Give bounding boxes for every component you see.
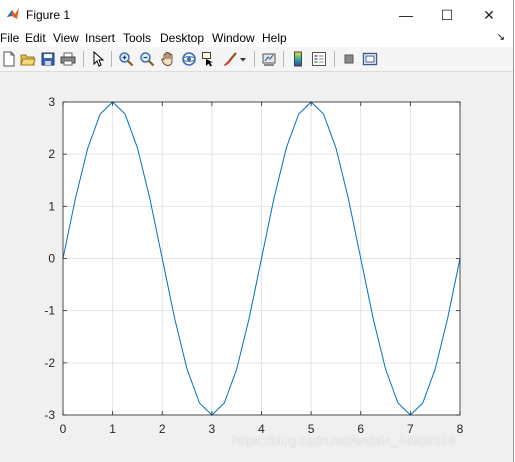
menu-edit[interactable]: Edit — [25, 31, 46, 45]
y-tick-label: -2 — [44, 356, 55, 370]
figure-toolbar — [0, 47, 513, 72]
y-tick-label: -1 — [44, 304, 55, 318]
watermark-text: https://blog.csdn.net/weixin_44908159 — [232, 434, 456, 448]
print-button[interactable] — [59, 50, 77, 68]
zoom-out-button[interactable] — [138, 50, 156, 68]
toolbar-separator — [83, 51, 84, 67]
print-icon — [60, 52, 76, 66]
menu-window[interactable]: Window — [212, 31, 255, 45]
show-plot-tools-icon — [362, 52, 378, 66]
brush-dropdown-button[interactable] — [238, 50, 248, 68]
y-tick-label: -3 — [44, 408, 55, 422]
title-bar[interactable]: Figure 1 — ☐ ✕ — [0, 0, 513, 30]
brush-button[interactable] — [221, 50, 239, 68]
figure-window: Figure 1 — ☐ ✕ File Edit View Insert Too… — [0, 0, 514, 462]
rotate-3d-button[interactable] — [180, 50, 198, 68]
menu-bar: File Edit View Insert Tools Desktop Wind… — [0, 30, 513, 47]
zoom-out-icon — [140, 52, 155, 67]
legend-icon — [312, 52, 326, 66]
new-figure-button[interactable] — [0, 50, 18, 68]
link-plot-icon — [262, 53, 276, 66]
zoom-in-button[interactable] — [117, 50, 135, 68]
save-icon — [41, 52, 55, 66]
pan-button[interactable] — [159, 50, 177, 68]
brush-dropdown-icon — [240, 58, 246, 62]
y-tick-label: 3 — [48, 95, 55, 109]
toolbar-separator — [111, 51, 112, 67]
toolbar-separator — [334, 51, 335, 67]
matlab-logo-icon — [7, 8, 19, 19]
data-cursor-button[interactable] — [200, 50, 218, 68]
menu-desktop[interactable]: Desktop — [160, 31, 204, 45]
toolbar-separator — [254, 51, 255, 67]
brush-icon — [223, 52, 237, 66]
x-tick-label: 1 — [109, 422, 116, 436]
y-tick-label: 0 — [48, 252, 55, 266]
x-tick-label: 8 — [457, 422, 464, 436]
pointer-button[interactable] — [89, 50, 107, 68]
plot-canvas: 0 1 2 3 4 5 6 7 8-3-2-10123 — [44, 95, 464, 436]
y-tick-label: 1 — [48, 199, 55, 213]
window-title: Figure 1 — [26, 8, 71, 22]
dock-arrow-icon[interactable]: ↘ — [497, 32, 505, 43]
open-file-icon — [20, 54, 36, 66]
pan-icon — [161, 52, 173, 66]
pointer-icon — [93, 51, 104, 67]
y-tick-label: 2 — [48, 147, 55, 161]
legend-button[interactable] — [310, 50, 328, 68]
minimize-button[interactable]: — — [384, 0, 428, 30]
menu-view[interactable]: View — [53, 31, 79, 45]
colorbar-icon — [294, 51, 302, 67]
data-cursor-icon — [202, 52, 213, 67]
x-tick-label: 0 — [60, 422, 67, 436]
zoom-in-icon — [119, 52, 134, 67]
toolbar-separator — [283, 51, 284, 67]
menu-file[interactable]: File — [0, 31, 19, 45]
show-plot-tools-button[interactable] — [361, 50, 379, 68]
figure-canvas[interactable]: 0 1 2 3 4 5 6 7 8 -3 -2 -1 0 1 2 3 — [0, 72, 513, 462]
close-icon: ✕ — [483, 6, 495, 23]
menu-tools[interactable]: Tools — [123, 31, 151, 45]
x-tick-label: 2 — [159, 422, 166, 436]
colorbar-button[interactable] — [289, 50, 307, 68]
minimize-icon: — — [399, 7, 413, 23]
close-button[interactable]: ✕ — [467, 0, 511, 30]
rotate-3d-icon — [182, 52, 196, 66]
new-figure-icon — [3, 51, 15, 67]
hide-plot-tools-button[interactable] — [340, 50, 358, 68]
open-file-button[interactable] — [19, 50, 37, 68]
menu-help[interactable]: Help — [262, 31, 287, 45]
menu-insert[interactable]: Insert — [85, 31, 115, 45]
link-plot-button[interactable] — [260, 50, 278, 68]
x-tick-label: 3 — [209, 422, 216, 436]
maximize-button[interactable]: ☐ — [425, 0, 469, 30]
save-button[interactable] — [39, 50, 57, 68]
hide-plot-tools-icon — [344, 54, 354, 64]
maximize-icon: ☐ — [440, 6, 454, 23]
